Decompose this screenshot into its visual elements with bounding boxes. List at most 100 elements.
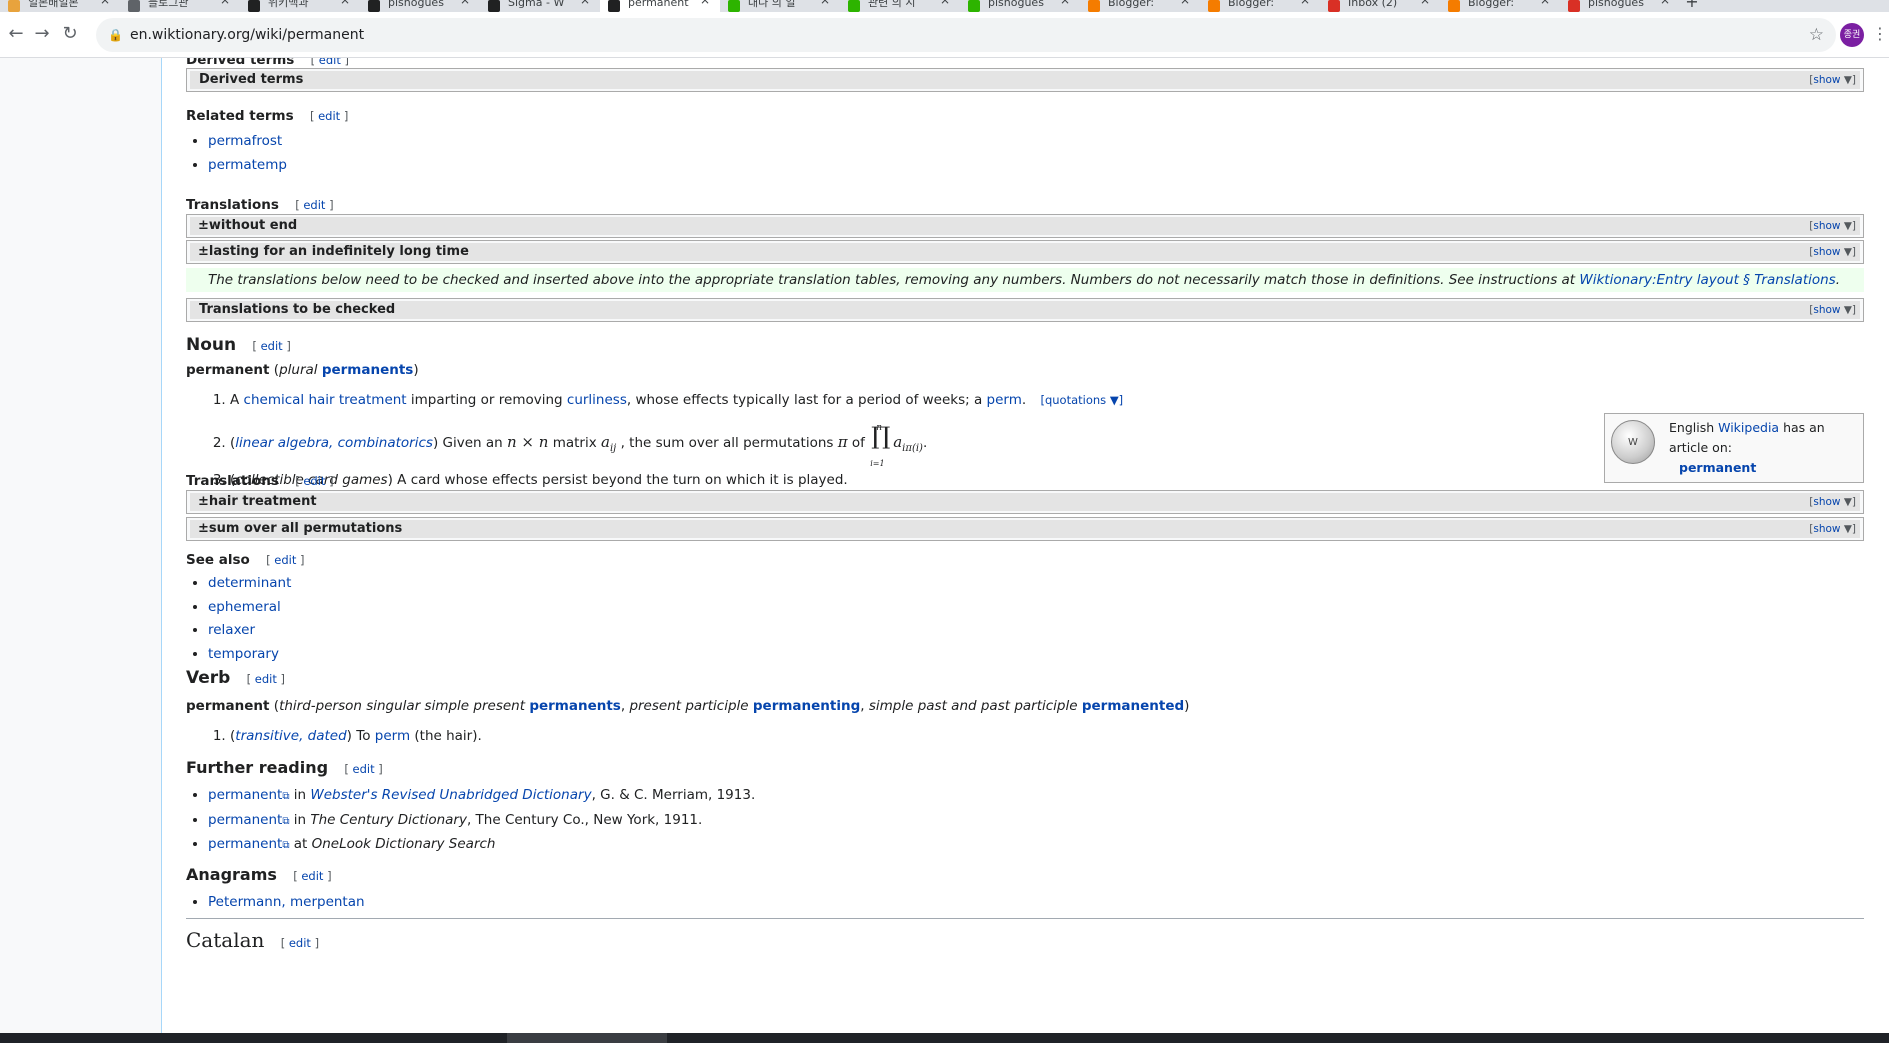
work-link[interactable]: Webster's Revised Unabridged Dictionary (310, 787, 591, 803)
close-tab-icon[interactable]: × (1300, 0, 1310, 6)
close-tab-icon[interactable]: × (940, 0, 950, 6)
browser-tab[interactable]: pishogues × (1560, 0, 1680, 12)
close-tab-icon[interactable]: × (820, 0, 830, 6)
lock-icon[interactable]: 🔒 (108, 18, 123, 52)
wikipedia-text: English Wikipedia has an article on: (1669, 420, 1825, 455)
derived-terms-box[interactable]: Derived terms [show ▼] (186, 68, 1864, 92)
definition: A chemical hair treatment imparting or r… (230, 391, 1386, 409)
browser-tab[interactable]: 관련 의 시 × (840, 0, 960, 12)
external-link[interactable]: permanent (208, 787, 282, 803)
edit-link[interactable]: edit (353, 762, 375, 776)
edit-link[interactable]: edit (261, 339, 283, 353)
browser-tab[interactable]: 블로그관 × (120, 0, 240, 12)
browser-tab[interactable]: 대나 의 일 × (720, 0, 840, 12)
definition: (collectible card games) A card whose ef… (230, 471, 1386, 489)
def-link[interactable]: perm (375, 728, 410, 744)
close-tab-icon[interactable]: × (340, 0, 350, 6)
translation-box[interactable]: ±sum over all permutations [show ▼] (186, 517, 1864, 541)
term-link[interactable]: temporary (208, 646, 279, 662)
edit-link[interactable]: edit (301, 869, 323, 883)
close-tab-icon[interactable]: × (220, 0, 230, 6)
close-tab-icon[interactable]: × (100, 0, 110, 6)
def-link[interactable]: curliness (567, 392, 627, 408)
browser-tab[interactable]: 위키백과 × (240, 0, 360, 12)
verb-definitions: (transitive, dated) To perm (the hair). (186, 727, 786, 745)
term-link[interactable]: permatemp (208, 157, 287, 173)
notice-link[interactable]: Wiktionary:Entry layout § Translations (1579, 272, 1835, 288)
inflection-link[interactable]: permanents (529, 698, 621, 714)
browser-tab[interactable]: Sigma - W × (480, 0, 600, 12)
section-title: Noun (186, 335, 237, 355)
browser-tab[interactable]: Blogger: × (1440, 0, 1560, 12)
inflection-link[interactable]: permanented (1082, 698, 1184, 714)
close-tab-icon[interactable]: × (700, 0, 710, 6)
term-link[interactable]: ephemeral (208, 599, 281, 615)
wikipedia-link[interactable]: Wikipedia (1718, 420, 1779, 435)
inflection-link[interactable]: permanenting (753, 698, 860, 714)
list-item: ephemeral (208, 596, 291, 620)
work-title: OneLook Dictionary Search (311, 836, 496, 852)
back-icon[interactable]: ← (4, 22, 28, 46)
show-link[interactable]: show (1813, 220, 1840, 232)
address-bar[interactable]: 🔒 en.wiktionary.org/wiki/permanent ☆ (96, 18, 1836, 52)
plural-link[interactable]: permanents (322, 362, 414, 378)
def-text: imparting or removing (406, 392, 567, 408)
close-tab-icon[interactable]: × (1420, 0, 1430, 6)
show-link[interactable]: show (1813, 74, 1840, 86)
close-tab-icon[interactable]: × (1660, 0, 1670, 6)
section-title: See also (186, 552, 250, 568)
show-link[interactable]: show (1813, 523, 1840, 535)
quotations-toggle[interactable]: [quotations ▼] (1040, 393, 1123, 407)
browser-tab[interactable]: permanent × (600, 0, 720, 12)
browser-tab[interactable]: pishogues × (960, 0, 1080, 12)
edit-link[interactable]: edit (319, 58, 341, 67)
edit-link[interactable]: edit (303, 198, 325, 212)
bookmark-star-icon[interactable]: ☆ (1809, 18, 1824, 52)
edit-link[interactable]: edit (318, 109, 340, 123)
show-link[interactable]: show (1813, 496, 1840, 508)
def-text: . (922, 435, 928, 451)
close-tab-icon[interactable]: × (1180, 0, 1190, 6)
close-tab-icon[interactable]: × (1540, 0, 1550, 6)
external-link[interactable]: permanent (208, 836, 282, 852)
context-label[interactable]: linear algebra, combinatorics (235, 435, 433, 451)
def-link[interactable]: perm (987, 392, 1022, 408)
menu-icon[interactable]: ⋮ (1872, 24, 1888, 43)
math-expr: n × n (506, 433, 549, 451)
edit-link[interactable]: edit (255, 672, 277, 686)
term-link[interactable]: determinant (208, 575, 291, 591)
close-tab-icon[interactable]: × (1060, 0, 1070, 6)
def-link[interactable]: chemical hair treatment (244, 392, 407, 408)
browser-tab[interactable]: Blogger: × (1080, 0, 1200, 12)
def-text: A (230, 392, 244, 408)
verb-headword-line: permanent (third-person singular simple … (186, 698, 1190, 714)
translation-box[interactable]: ±without end [show ▼] (186, 214, 1864, 238)
edit-link[interactable]: edit (289, 936, 311, 950)
term-link[interactable]: permafrost (208, 133, 282, 149)
close-tab-icon[interactable]: × (460, 0, 470, 6)
edit-link[interactable]: edit (274, 553, 296, 567)
translations-to-check-box[interactable]: Translations to be checked [show ▼] (186, 298, 1864, 322)
reload-icon[interactable]: ↻ (58, 22, 82, 46)
external-link[interactable]: permanent (208, 812, 282, 828)
anagram-links[interactable]: Petermann, merpentan (208, 894, 365, 910)
term-link[interactable]: relaxer (208, 622, 255, 638)
browser-tab[interactable]: Blogger: × (1200, 0, 1320, 12)
avatar[interactable]: 종권 (1840, 23, 1864, 47)
translation-box[interactable]: ±hair treatment [show ▼] (186, 490, 1864, 514)
show-link[interactable]: show (1813, 304, 1840, 316)
context-label[interactable]: transitive, dated (235, 728, 346, 744)
forward-icon[interactable]: → (30, 22, 54, 46)
edit-link[interactable]: edit (303, 474, 325, 488)
catalan-heading: Catalan [ edit ] (186, 928, 320, 952)
taskbar-active-app[interactable] (507, 1033, 667, 1043)
wikipedia-article-link[interactable]: permanent (1679, 458, 1756, 478)
new-tab-icon[interactable]: + (1680, 0, 1704, 10)
close-tab-icon[interactable]: × (580, 0, 590, 6)
browser-tab[interactable]: 일본배일본 × (0, 0, 120, 12)
browser-tab[interactable]: pishogues × (360, 0, 480, 12)
browser-tab[interactable]: Inbox (2) × (1320, 0, 1440, 12)
see-also-list: determinant ephemeral relaxer temporary (186, 572, 291, 666)
translation-box[interactable]: ±lasting for an indefinitely long time [… (186, 240, 1864, 264)
show-link[interactable]: show (1813, 246, 1840, 258)
